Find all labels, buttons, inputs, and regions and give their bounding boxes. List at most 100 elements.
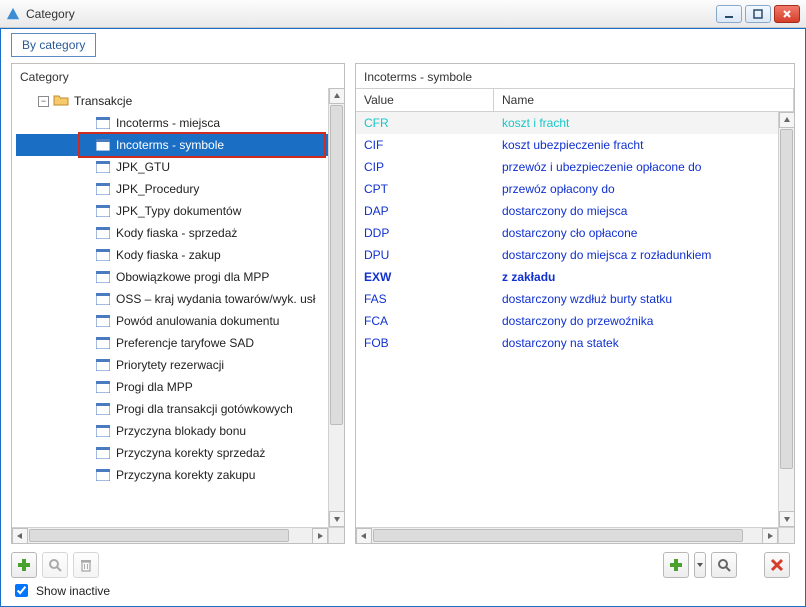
tree-branch-icon xyxy=(62,420,96,442)
form-icon xyxy=(96,381,110,393)
form-icon xyxy=(96,161,110,173)
tree-item-label: Obowiązkowe progi dla MPP xyxy=(116,270,269,284)
tree-item[interactable]: Przyczyna korekty sprzedaż xyxy=(16,442,328,464)
table-row[interactable]: CPTprzewóz opłacony do xyxy=(356,178,778,200)
tree-item-label: Przyczyna korekty sprzedaż xyxy=(116,446,265,460)
tab-by-category[interactable]: By category xyxy=(11,33,96,57)
form-icon xyxy=(96,249,110,261)
tree-item[interactable]: Powód anulowania dokumentu xyxy=(16,310,328,332)
cell-name: dostarczony do przewoźnika xyxy=(494,314,778,328)
scroll-right-icon[interactable] xyxy=(762,528,778,543)
show-inactive-checkbox[interactable]: Show inactive xyxy=(11,581,110,600)
cell-value: CIF xyxy=(356,138,494,152)
form-icon xyxy=(96,447,110,459)
tree-branch-icon xyxy=(62,376,96,398)
table-row[interactable]: FCAdostarczony do przewoźnika xyxy=(356,310,778,332)
table-row[interactable]: CIFkoszt ubezpieczenie fracht xyxy=(356,134,778,156)
scroll-down-icon[interactable] xyxy=(329,511,344,527)
delete-category-button[interactable] xyxy=(73,552,99,578)
cell-value: CIP xyxy=(356,160,494,174)
tree-item-label: JPK_Typy dokumentów xyxy=(116,204,241,218)
tree-item[interactable]: OSS – kraj wydania towarów/wyk. usł xyxy=(16,288,328,310)
tree-item-label: Progi dla MPP xyxy=(116,380,193,394)
right-panel: Incoterms - symbole Value Name CFRkoszt … xyxy=(355,63,795,544)
tree-item[interactable]: JPK_Procedury xyxy=(16,178,328,200)
left-horizontal-scrollbar[interactable] xyxy=(12,527,328,543)
close-action-button[interactable] xyxy=(764,552,790,578)
table-row[interactable]: DPUdostarczony do miejsca z rozładunkiem xyxy=(356,244,778,266)
form-icon xyxy=(96,117,110,129)
show-inactive-input[interactable] xyxy=(15,584,28,597)
tree-item[interactable]: Przyczyna korekty zakupu xyxy=(16,464,328,486)
tree-branch-icon xyxy=(62,200,96,222)
tree-item[interactable]: Preferencje taryfowe SAD xyxy=(16,332,328,354)
table-row[interactable]: DAPdostarczony do miejsca xyxy=(356,200,778,222)
form-icon xyxy=(96,183,110,195)
tree-item[interactable]: Kody fiaska - sprzedaż xyxy=(16,222,328,244)
cell-value: CPT xyxy=(356,182,494,196)
scroll-up-icon[interactable] xyxy=(329,88,344,104)
bottom-toolbar xyxy=(11,550,795,580)
tree-item-label: Przyczyna blokady bonu xyxy=(116,424,246,438)
right-vertical-scrollbar[interactable] xyxy=(778,112,794,527)
table-row[interactable]: CIPprzewóz i ubezpieczenie opłacone do xyxy=(356,156,778,178)
grid-header: Value Name xyxy=(356,88,794,112)
table-row[interactable]: EXWz zakładu xyxy=(356,266,778,288)
tree-item[interactable]: Kody fiaska - zakup xyxy=(16,244,328,266)
tree-item[interactable]: Progi dla MPP xyxy=(16,376,328,398)
tree-branch-icon xyxy=(62,112,96,134)
tree-branch-icon xyxy=(62,354,96,376)
table-row[interactable]: DDPdostarczony cło opłacone xyxy=(356,222,778,244)
category-tree[interactable]: − Transakcje Incoterms - miejsca Incoterm… xyxy=(12,88,328,527)
add-row-button[interactable] xyxy=(663,552,689,578)
tree-item[interactable]: Incoterms - miejsca xyxy=(16,112,328,134)
cell-value: DAP xyxy=(356,204,494,218)
tree-item[interactable]: JPK_Typy dokumentów xyxy=(16,200,328,222)
tree-item[interactable]: Progi dla transakcji gotówkowych xyxy=(16,398,328,420)
cell-name: dostarczony wzdłuż burty statku xyxy=(494,292,778,306)
tree-branch-icon xyxy=(62,222,96,244)
table-row[interactable]: CFRkoszt i fracht xyxy=(356,112,778,134)
add-category-button[interactable] xyxy=(11,552,37,578)
tree-item[interactable]: Incoterms - symbole xyxy=(16,134,328,156)
grid-body[interactable]: CFRkoszt i frachtCIFkoszt ubezpieczenie … xyxy=(356,112,778,527)
scroll-left-icon[interactable] xyxy=(12,528,28,543)
cell-name: przewóz i ubezpieczenie opłacone do xyxy=(494,160,778,174)
cell-name: przewóz opłacony do xyxy=(494,182,778,196)
scroll-up-icon[interactable] xyxy=(779,112,794,128)
right-horizontal-scrollbar[interactable] xyxy=(356,527,778,543)
cell-value: DDP xyxy=(356,226,494,240)
tree-item[interactable]: Przyczyna blokady bonu xyxy=(16,420,328,442)
tree-item-label: Incoterms - symbole xyxy=(116,138,224,152)
scroll-right-icon[interactable] xyxy=(312,528,328,543)
tree-root-label: Transakcje xyxy=(74,94,132,108)
tree-root-node[interactable]: − Transakcje xyxy=(16,90,328,112)
search-row-button[interactable] xyxy=(711,552,737,578)
tree-item[interactable]: Obowiązkowe progi dla MPP xyxy=(16,266,328,288)
tree-branch-icon xyxy=(62,244,96,266)
table-row[interactable]: FASdostarczony wzdłuż burty statku xyxy=(356,288,778,310)
search-category-button[interactable] xyxy=(42,552,68,578)
scroll-left-icon[interactable] xyxy=(356,528,372,543)
tree-branch-icon xyxy=(62,266,96,288)
tree-item[interactable]: Priorytety rezerwacji xyxy=(16,354,328,376)
column-header-name[interactable]: Name xyxy=(494,89,794,111)
window-maximize-button[interactable] xyxy=(745,5,771,23)
collapse-icon[interactable]: − xyxy=(38,96,49,107)
cell-name: koszt ubezpieczenie fracht xyxy=(494,138,778,152)
left-vertical-scrollbar[interactable] xyxy=(328,88,344,527)
cell-value: CFR xyxy=(356,116,494,130)
scroll-down-icon[interactable] xyxy=(779,511,794,527)
add-row-dropdown-button[interactable] xyxy=(694,552,706,578)
tree-item-label: OSS – kraj wydania towarów/wyk. usł xyxy=(116,292,315,306)
column-header-value[interactable]: Value xyxy=(356,89,494,111)
table-row[interactable]: FOBdostarczony na statek xyxy=(356,332,778,354)
tree-item[interactable]: JPK_GTU xyxy=(16,156,328,178)
tree-item-label: Incoterms - miejsca xyxy=(116,116,220,130)
window-close-button[interactable] xyxy=(774,5,800,23)
tree-item-label: Przyczyna korekty zakupu xyxy=(116,468,255,482)
window-minimize-button[interactable] xyxy=(716,5,742,23)
tree-branch-icon xyxy=(62,288,96,310)
form-icon xyxy=(96,425,110,437)
client-area: By category Category − Transakcje Incot xyxy=(0,28,806,607)
